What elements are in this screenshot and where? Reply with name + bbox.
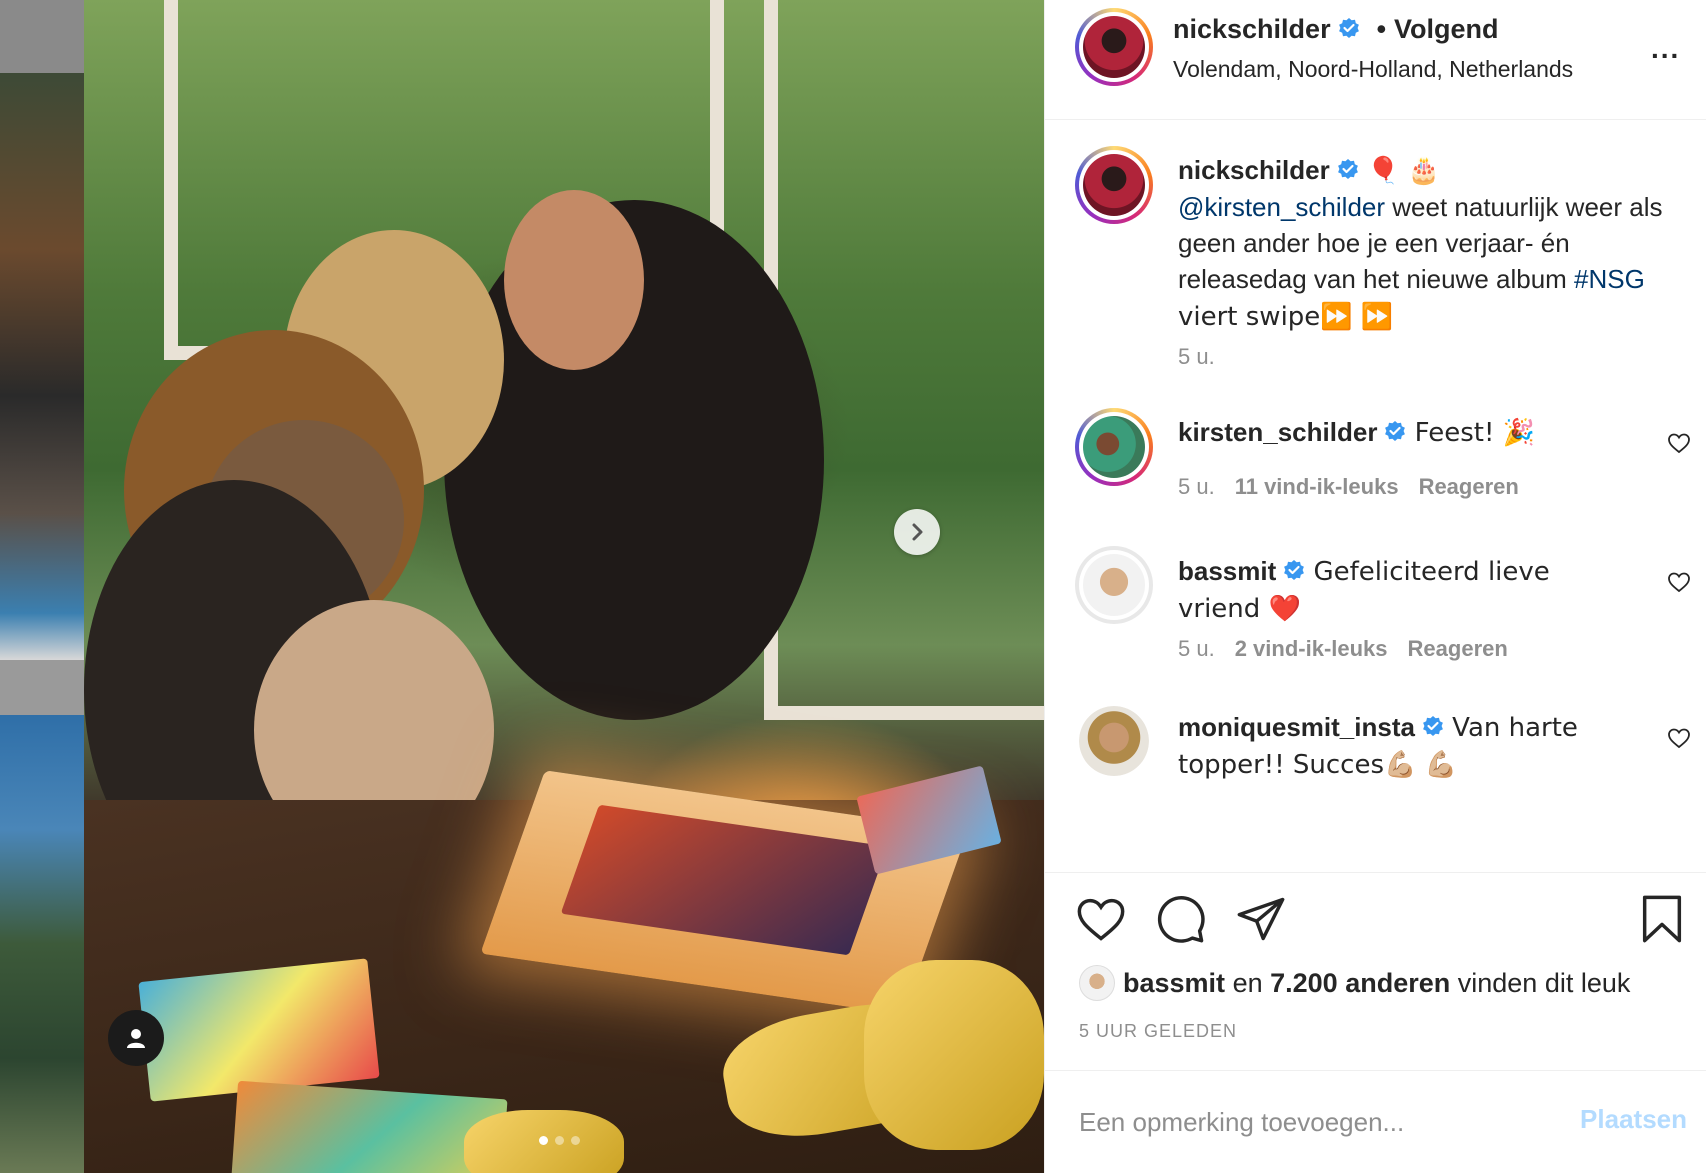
caption-emojis: 🎈 🎂 bbox=[1366, 156, 1440, 186]
comments-section[interactable]: nickschilder 🎈 🎂 @kirsten_schilder weet … bbox=[1045, 120, 1706, 873]
avatar[interactable] bbox=[1079, 706, 1149, 776]
caption-username[interactable]: nickschilder bbox=[1178, 155, 1330, 185]
location-link[interactable]: Volendam, Noord-Holland, Netherlands bbox=[1173, 56, 1573, 83]
post-header: nickschilder • Volgend Volendam, Noord-Hol… bbox=[1045, 0, 1706, 120]
background-photo bbox=[0, 73, 84, 660]
verified-badge-icon bbox=[1337, 159, 1358, 179]
avatar bbox=[1079, 965, 1115, 1001]
carousel-indicator bbox=[539, 1136, 580, 1145]
background-page-strip bbox=[0, 0, 84, 1173]
avatar[interactable] bbox=[1075, 408, 1153, 486]
more-options-icon[interactable]: ... bbox=[1651, 33, 1680, 65]
comment-icon[interactable] bbox=[1155, 893, 1207, 945]
heart-icon[interactable] bbox=[1667, 726, 1691, 750]
comment-input[interactable] bbox=[1077, 1101, 1561, 1143]
verified-badge-icon bbox=[1423, 716, 1443, 736]
avatar[interactable] bbox=[1075, 546, 1153, 624]
share-icon[interactable] bbox=[1235, 893, 1287, 945]
comment-username[interactable]: bassmit bbox=[1178, 556, 1276, 586]
background-tile bbox=[0, 0, 84, 73]
carousel-dot bbox=[571, 1136, 580, 1145]
caption-time[interactable]: 5 u. bbox=[1178, 344, 1215, 370]
post-details-panel: nickschilder • Volgend Volendam, Noord-Hol… bbox=[1044, 0, 1706, 1173]
verified-badge-icon bbox=[1385, 421, 1406, 441]
comment-text: kirsten_schilder Feest! 🎉 bbox=[1178, 414, 1678, 451]
comment-likes[interactable]: 2 vind-ik-leuks bbox=[1235, 636, 1388, 661]
user-tag-icon bbox=[127, 1029, 145, 1048]
likes-others[interactable]: 7.200 anderen bbox=[1270, 968, 1450, 998]
carousel-dot bbox=[539, 1136, 548, 1145]
mention-link[interactable]: @kirsten_schilder bbox=[1178, 192, 1385, 222]
user-tag-button[interactable] bbox=[108, 1010, 164, 1066]
reply-button[interactable]: Reageren bbox=[1419, 474, 1519, 499]
background-tile bbox=[0, 660, 84, 715]
heart-icon[interactable] bbox=[1075, 893, 1127, 945]
caption-text: nickschilder 🎈 🎂 @kirsten_schilder weet … bbox=[1178, 152, 1678, 335]
comment-time[interactable]: 5 u. bbox=[1178, 474, 1215, 499]
header-username[interactable]: nickschilder bbox=[1173, 14, 1331, 44]
likes-suffix: vinden dit leuk bbox=[1457, 968, 1631, 998]
bookmark-icon[interactable] bbox=[1636, 893, 1688, 945]
likes-user[interactable]: bassmit bbox=[1123, 968, 1225, 998]
likes-summary[interactable]: bassmit en 7.200 anderen vinden dit leuk bbox=[1079, 965, 1630, 1001]
gift-box bbox=[138, 958, 380, 1102]
next-slide-button[interactable] bbox=[894, 509, 940, 555]
comment-body: Feest! 🎉 bbox=[1414, 418, 1535, 448]
follow-separator: • bbox=[1376, 14, 1387, 44]
verified-badge-icon bbox=[1338, 18, 1359, 38]
post-actions: bassmit en 7.200 anderen vinden dit leuk… bbox=[1045, 873, 1706, 1173]
comment-meta: 5 u. 2 vind-ik-leuks Reageren bbox=[1178, 636, 1508, 662]
background-photo bbox=[0, 715, 84, 1173]
comment-username[interactable]: kirsten_schilder bbox=[1178, 417, 1377, 447]
verified-badge-icon bbox=[1284, 560, 1305, 580]
post-comment-button[interactable]: Plaatsen bbox=[1567, 1104, 1687, 1135]
comment-meta: 5 u. 11 vind-ik-leuks Reageren bbox=[1178, 474, 1519, 500]
comment-text: moniquesmit_insta Van harte topper!! Suc… bbox=[1178, 709, 1628, 783]
header-username-line: nickschilder • Volgend bbox=[1173, 14, 1499, 45]
comment-likes[interactable]: 11 vind-ik-leuks bbox=[1235, 474, 1399, 499]
chevron-right-icon bbox=[912, 523, 923, 541]
comment-time[interactable]: 5 u. bbox=[1178, 636, 1215, 661]
avatar[interactable] bbox=[1075, 8, 1153, 86]
heart-icon[interactable] bbox=[1667, 570, 1691, 594]
post-photo[interactable] bbox=[84, 0, 1044, 1173]
post-timestamp[interactable]: 5 UUR GELEDEN bbox=[1079, 1021, 1237, 1042]
comment-username[interactable]: moniquesmit_insta bbox=[1178, 712, 1415, 742]
comment-text: bassmit Gefeliciteerd lieve vriend ❤️ bbox=[1178, 553, 1578, 627]
reply-button[interactable]: Reageren bbox=[1408, 636, 1508, 661]
add-comment-bar: Plaatsen bbox=[1045, 1070, 1706, 1173]
person-silhouette bbox=[504, 190, 644, 370]
avatar[interactable] bbox=[1075, 146, 1153, 224]
following-button[interactable]: Volgend bbox=[1394, 14, 1499, 44]
heart-icon[interactable] bbox=[1667, 431, 1691, 455]
gold-balloon bbox=[864, 960, 1044, 1150]
caption-body-end: viert swipe⏩ ⏩ bbox=[1178, 302, 1394, 332]
carousel-dot bbox=[555, 1136, 564, 1145]
hashtag-link[interactable]: #NSG bbox=[1574, 264, 1645, 294]
likes-connector: en bbox=[1232, 968, 1263, 998]
